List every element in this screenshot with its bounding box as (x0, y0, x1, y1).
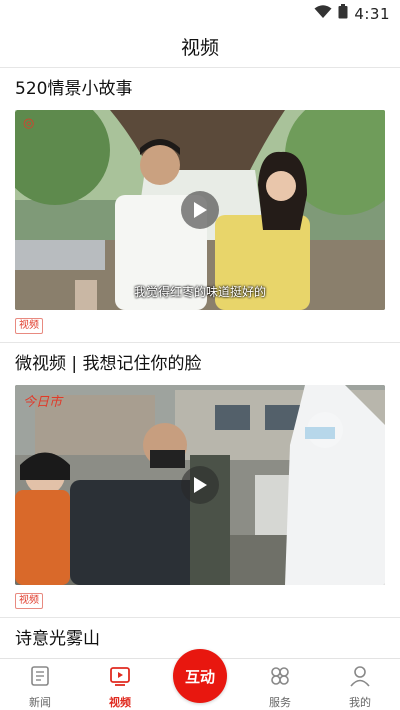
channel-watermark-logo: ◎ (23, 116, 35, 131)
tab-label: 服务 (269, 696, 291, 709)
play-icon[interactable] (181, 191, 219, 229)
page-title: 视频 (180, 37, 219, 59)
status-icons: 4:31 (314, 4, 390, 23)
interact-button-label: 互动 (184, 667, 215, 686)
video-card[interactable]: 微视频 | 我想记住你的脸 今日市 视频 (0, 343, 400, 618)
tag-row: 视频 (15, 310, 385, 342)
app-header: 视频 (0, 26, 400, 68)
bottom-tab-bar: 新闻 视频 互动 服务 我的 (0, 649, 400, 710)
tab-news[interactable]: 新闻 (10, 665, 70, 710)
news-icon (29, 665, 51, 691)
profile-icon (349, 665, 371, 691)
wifi-icon (314, 4, 332, 23)
video-subtitle: 我觉得红枣的味道挺好的 (133, 285, 266, 299)
video-thumbnail[interactable]: 今日市 (15, 385, 385, 585)
video-card[interactable]: 520情景小故事 ◎ 我觉得红枣的味道挺好的 视频 (0, 68, 400, 343)
video-thumbnail[interactable]: ◎ 我觉得红枣的味道挺好的 (15, 110, 385, 310)
tab-label: 我的 (349, 696, 371, 709)
video-title[interactable]: 520情景小故事 (15, 68, 385, 110)
battery-icon (338, 4, 348, 23)
tab-label: 新闻 (29, 696, 51, 709)
status-bar: 4:31 (0, 0, 400, 26)
tab-label: 视频 (109, 696, 131, 709)
video-feed[interactable]: 520情景小故事 ◎ 我觉得红枣的味道挺好的 视频 微视频 | 我想记住你的脸 … (0, 68, 400, 658)
status-time: 4:31 (354, 4, 390, 23)
channel-watermark: 今日市 (23, 395, 63, 410)
tab-services[interactable]: 服务 (250, 665, 310, 710)
tab-video[interactable]: 视频 (90, 665, 150, 710)
video-tag-badge: 视频 (15, 318, 43, 334)
play-icon[interactable] (181, 466, 219, 504)
services-icon (269, 665, 291, 691)
tab-profile[interactable]: 我的 (330, 665, 390, 710)
interact-button[interactable]: 互动 (173, 649, 227, 703)
tag-row: 视频 (15, 585, 385, 617)
video-title[interactable]: 微视频 | 我想记住你的脸 (15, 343, 385, 385)
video-icon (109, 665, 131, 691)
video-tag-badge: 视频 (15, 593, 43, 609)
